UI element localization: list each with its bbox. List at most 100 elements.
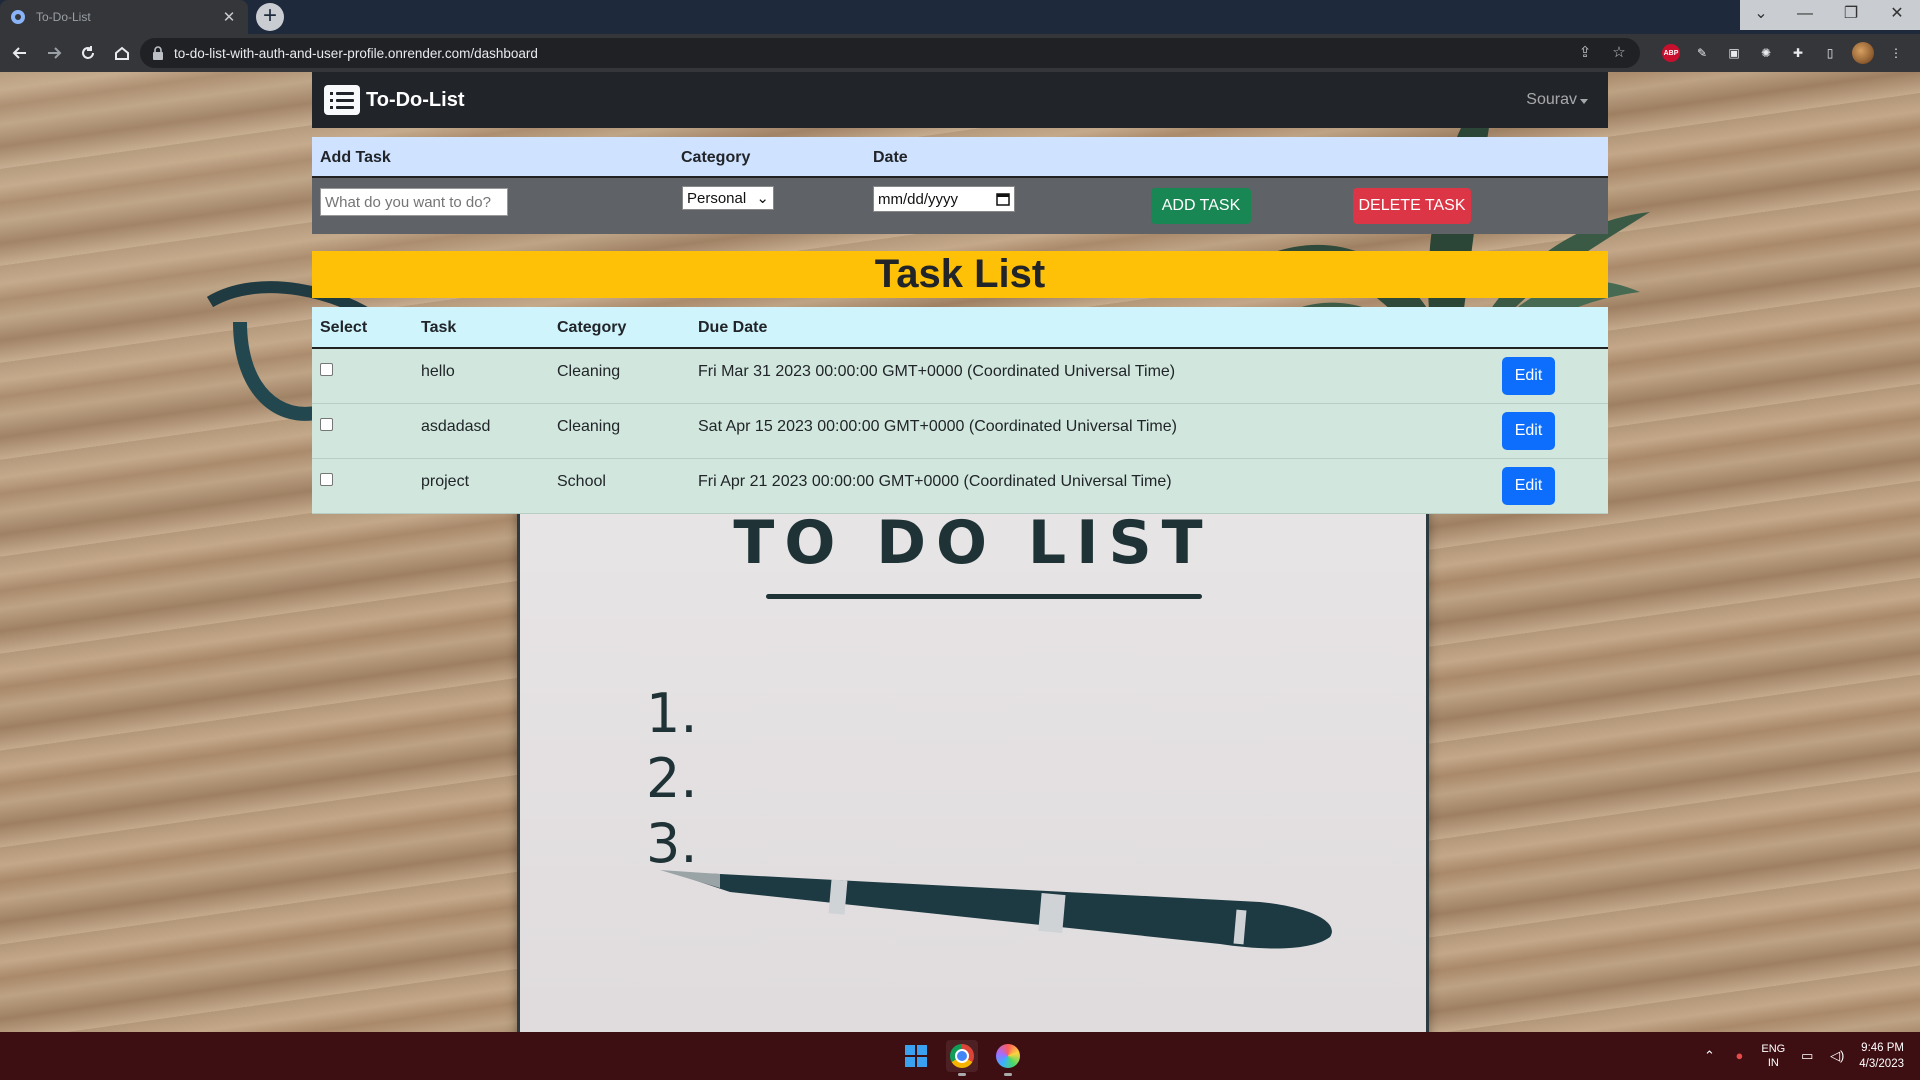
caret-down-icon: [1580, 98, 1588, 104]
browser-toolbar: to-do-list-with-auth-and-user-profile.on…: [0, 34, 1920, 72]
task-column-header: Task: [421, 319, 457, 336]
task-due-date: Fri Mar 31 2023 00:00:00 GMT+0000 (Coord…: [698, 363, 1176, 380]
notebook-number-1: 1.: [646, 682, 698, 745]
active-app-indicator: [958, 1073, 966, 1076]
notebook-image: TO DO LIST 1. 2. 3.: [517, 472, 1429, 1032]
reload-icon[interactable]: [74, 39, 102, 67]
running-app-indicator: [1004, 1073, 1012, 1076]
puzzle-extensions-icon[interactable]: ✚: [1788, 43, 1808, 63]
add-task-form: Add Task Category Date Personal ⌄ mm/dd/…: [312, 137, 1608, 234]
date-header: Date: [873, 149, 908, 166]
chrome-icon: [950, 1044, 974, 1068]
task-category: Cleaning: [557, 363, 621, 380]
task-checkbox[interactable]: [320, 363, 333, 376]
network-icon[interactable]: ▭: [1799, 1048, 1815, 1064]
user-dropdown[interactable]: Sourav: [1526, 91, 1588, 109]
add-task-button[interactable]: ADD TASK: [1151, 188, 1251, 224]
lock-icon: [153, 46, 163, 60]
clock[interactable]: 9:46 PM 4/3/2023: [1859, 1040, 1904, 1072]
notebook-title: TO DO LIST: [733, 508, 1213, 578]
category-header: Category: [681, 149, 751, 166]
select-column-header: Select: [320, 319, 368, 336]
task-input[interactable]: [320, 188, 508, 216]
table-row: project School Fri Apr 21 2023 00:00:00 …: [312, 459, 1608, 514]
browser-tab[interactable]: To-Do-List ✕: [0, 0, 248, 34]
adblock-extension-icon[interactable]: ABP: [1662, 44, 1680, 62]
language-indicator[interactable]: ENG IN: [1761, 1042, 1785, 1070]
tab-close-icon[interactable]: ✕: [220, 8, 238, 26]
address-bar[interactable]: to-do-list-with-auth-and-user-profile.on…: [140, 38, 1640, 68]
settings-extension-icon[interactable]: ✺: [1756, 43, 1776, 63]
form-input-row: Personal ⌄ mm/dd/yyyy ADD TASK DELETE TA…: [312, 178, 1608, 234]
delete-task-button[interactable]: DELETE TASK: [1353, 188, 1471, 224]
taskbar-chrome[interactable]: [946, 1040, 978, 1076]
microphone-icon[interactable]: ●: [1731, 1048, 1747, 1064]
task-name: hello: [421, 363, 455, 380]
calendar-icon[interactable]: [996, 192, 1010, 206]
edit-button[interactable]: Edit: [1502, 357, 1555, 395]
user-name: Sourav: [1526, 91, 1577, 108]
extension-badge-icon[interactable]: ▣: [1724, 43, 1744, 63]
chevron-down-icon: ⌄: [756, 190, 769, 207]
tab-title: To-Do-List: [36, 10, 91, 24]
notebook-underline: [766, 594, 1202, 599]
clock-time: 9:46 PM: [1861, 1042, 1904, 1054]
new-tab-button[interactable]: +: [256, 3, 284, 31]
taskbar-paint[interactable]: [992, 1040, 1024, 1076]
restore-button[interactable]: ❐: [1828, 0, 1874, 30]
home-icon[interactable]: [108, 39, 136, 67]
task-name: project: [421, 473, 470, 490]
sidepanel-icon[interactable]: ▯: [1820, 43, 1840, 63]
task-table: Select Task Category Due Date hello Clea…: [312, 307, 1608, 514]
due-date-column-header: Due Date: [698, 319, 768, 336]
task-list-title: Task List: [312, 251, 1608, 298]
site-favicon-icon: [11, 10, 25, 24]
chrome-menu-icon[interactable]: ⋮: [1886, 43, 1906, 63]
share-icon[interactable]: ⇪: [1576, 44, 1594, 62]
task-due-date: Fri Apr 21 2023 00:00:00 GMT+0000 (Coord…: [698, 473, 1172, 490]
clock-date: 4/3/2023: [1859, 1058, 1904, 1070]
windows-taskbar: ⌃ ● ENG IN ▭ ◁) 9:46 PM 4/3/2023: [0, 1032, 1920, 1080]
edit-button[interactable]: Edit: [1502, 467, 1555, 505]
task-checkbox[interactable]: [320, 473, 333, 486]
url-text: to-do-list-with-auth-and-user-profile.on…: [174, 45, 538, 61]
system-tray: ⌃ ● ENG IN ▭ ◁) 9:46 PM 4/3/2023: [1701, 1040, 1904, 1072]
profile-avatar-icon[interactable]: [1852, 42, 1874, 64]
window-controls: ⌄ — ❐ ✕: [1740, 0, 1920, 30]
taskbar-apps: [900, 1040, 1024, 1076]
browser-tabstrip: To-Do-List ✕ + ⌄ — ❐ ✕: [0, 0, 1920, 34]
paint-icon: [996, 1044, 1020, 1068]
volume-icon[interactable]: ◁): [1829, 1048, 1845, 1064]
add-task-header: Add Task: [320, 149, 391, 166]
category-select[interactable]: Personal ⌄: [682, 186, 774, 210]
pen-image: [660, 870, 1332, 949]
brand-title[interactable]: To-Do-List: [366, 89, 465, 112]
table-row: hello Cleaning Fri Mar 31 2023 00:00:00 …: [312, 349, 1608, 404]
date-placeholder: mm/dd/yyyy: [878, 190, 959, 208]
notebook-number-2: 2.: [646, 747, 698, 810]
windows-logo-icon: [905, 1045, 927, 1067]
forward-icon[interactable]: [40, 39, 68, 67]
category-column-header: Category: [557, 319, 627, 336]
table-row: asdadasd Cleaning Sat Apr 15 2023 00:00:…: [312, 404, 1608, 459]
back-icon[interactable]: [6, 39, 34, 67]
task-checkbox[interactable]: [320, 418, 333, 431]
task-category: School: [557, 473, 606, 490]
tab-search-icon[interactable]: ⌄: [1740, 0, 1782, 30]
start-button[interactable]: [900, 1040, 932, 1072]
chevron-up-icon[interactable]: ⌃: [1701, 1048, 1717, 1064]
extensions-area: ABP ✎ ▣ ✺ ✚ ▯ ⋮: [1662, 42, 1906, 64]
list-icon[interactable]: [324, 85, 360, 115]
task-name: asdadasd: [421, 418, 491, 435]
task-category: Cleaning: [557, 418, 621, 435]
minimize-button[interactable]: —: [1782, 0, 1828, 30]
language-code: ENG: [1761, 1043, 1786, 1055]
close-window-button[interactable]: ✕: [1874, 0, 1920, 30]
form-header-row: Add Task Category Date: [312, 137, 1608, 178]
date-input[interactable]: mm/dd/yyyy: [873, 186, 1015, 212]
task-due-date: Sat Apr 15 2023 00:00:00 GMT+0000 (Coord…: [698, 418, 1177, 435]
pen-extension-icon[interactable]: ✎: [1692, 43, 1712, 63]
edit-button[interactable]: Edit: [1502, 412, 1555, 450]
bookmark-star-icon[interactable]: ☆: [1610, 44, 1628, 62]
category-selected-value: Personal: [687, 189, 747, 207]
